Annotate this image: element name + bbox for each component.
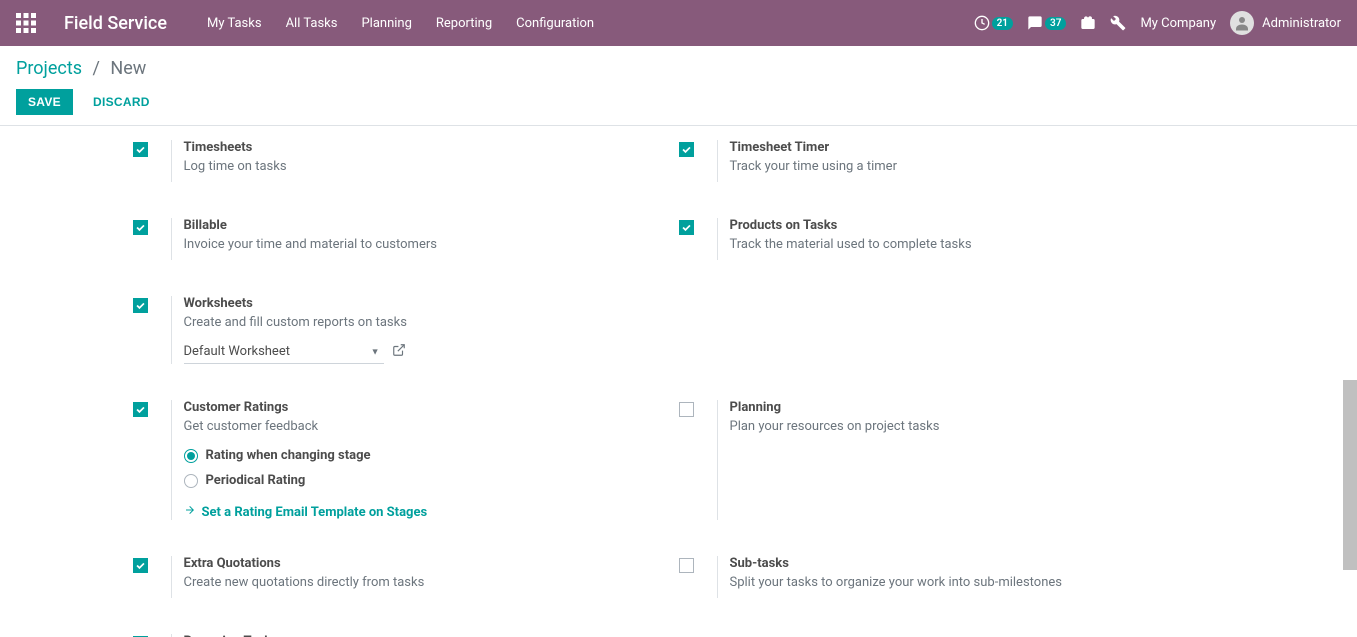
setting-title: Extra Quotations [184,556,679,571]
setting-ratings: Customer Ratings Get customer feedback R… [133,386,679,542]
checkbox-timesheets[interactable] [133,142,148,157]
setting-desc: Log time on tasks [184,159,679,174]
setting-recurring: Recurring Tasks [133,620,679,637]
setting-billable: Billable Invoice your time and material … [133,204,679,282]
radio-label: Periodical Rating [206,473,306,488]
link-text: Set a Rating Email Template on Stages [202,505,428,520]
setting-title: Timesheets [184,140,679,155]
gift-icon[interactable] [1080,15,1096,31]
setting-timer: Timesheet Timer Track your time using a … [679,126,1225,204]
radio-icon [184,474,198,488]
messages-badge: 37 [1045,17,1066,30]
form-sheet: Timesheets Log time on tasks Timesheet T… [109,126,1249,637]
setting-timesheets: Timesheets Log time on tasks [133,126,679,204]
setting-subtasks: Sub-tasks Split your tasks to organize y… [679,542,1225,620]
nav-menu: My Tasks All Tasks Planning Reporting Co… [207,16,594,31]
setting-desc: Invoice your time and material to custom… [184,237,679,252]
setting-desc: Split your tasks to organize your work i… [730,575,1225,590]
setting-desc: Track your time using a timer [730,159,1225,174]
action-buttons: SAVE DISCARD [16,89,1341,115]
radio-icon [184,449,198,463]
discard-button[interactable]: DISCARD [81,89,162,115]
breadcrumb-parent[interactable]: Projects [16,58,82,79]
rating-template-link[interactable]: Set a Rating Email Template on Stages [184,504,679,520]
checkbox-ratings[interactable] [133,402,148,417]
activity-badge: 21 [992,17,1013,30]
setting-worksheets: Worksheets Create and fill custom report… [133,282,679,386]
arrow-right-icon [184,504,196,520]
breadcrumb-current: New [110,58,146,79]
activity-icon[interactable]: 21 [974,15,1013,31]
radio-label: Rating when changing stage [206,448,371,463]
setting-title: Worksheets [184,296,679,311]
navbar-right: 21 37 My Company Administrator [974,11,1341,35]
setting-desc: Get customer feedback [184,419,679,434]
setting-title: Customer Ratings [184,400,679,415]
scrollbar[interactable] [1343,380,1357,570]
user-menu[interactable]: Administrator [1230,11,1341,35]
tools-icon[interactable] [1110,15,1126,31]
apps-icon[interactable] [16,13,36,33]
user-name: Administrator [1262,16,1341,31]
radio-rating-periodical[interactable]: Periodical Rating [184,473,679,488]
setting-extra-quotations: Extra Quotations Create new quotations d… [133,542,679,620]
setting-desc: Create new quotations directly from task… [184,575,679,590]
setting-title: Planning [730,400,1225,415]
nav-all-tasks[interactable]: All Tasks [286,16,338,31]
checkbox-planning[interactable] [679,402,694,417]
nav-configuration[interactable]: Configuration [516,16,594,31]
breadcrumb: Projects / New [16,58,1341,79]
checkbox-worksheets[interactable] [133,298,148,313]
external-link-icon[interactable] [392,343,406,361]
setting-desc: Plan your resources on project tasks [730,419,1225,434]
setting-desc: Track the material used to complete task… [730,237,1225,252]
checkbox-extra-quotations[interactable] [133,558,148,573]
radio-rating-stage[interactable]: Rating when changing stage [184,448,679,463]
checkbox-billable[interactable] [133,220,148,235]
nav-my-tasks[interactable]: My Tasks [207,16,262,31]
checkbox-products[interactable] [679,220,694,235]
navbar: Field Service My Tasks All Tasks Plannin… [0,0,1357,46]
setting-title: Products on Tasks [730,218,1225,233]
form-view[interactable]: Timesheets Log time on tasks Timesheet T… [0,126,1357,637]
setting-desc: Create and fill custom reports on tasks [184,315,679,330]
messages-icon[interactable]: 37 [1027,15,1066,31]
breadcrumb-sep: / [92,58,99,79]
control-panel: Projects / New SAVE DISCARD [0,46,1357,126]
avatar-icon [1230,11,1254,35]
setting-title: Timesheet Timer [730,140,1225,155]
checkbox-subtasks[interactable] [679,558,694,573]
nav-reporting[interactable]: Reporting [436,16,492,31]
company-selector[interactable]: My Company [1140,16,1216,31]
save-button[interactable]: SAVE [16,89,73,115]
setting-empty [679,282,1225,386]
worksheet-template-select[interactable]: Default Worksheet [184,340,384,364]
setting-planning: Planning Plan your resources on project … [679,386,1225,542]
checkbox-timer[interactable] [679,142,694,157]
setting-title: Billable [184,218,679,233]
app-brand[interactable]: Field Service [64,13,167,34]
setting-title: Sub-tasks [730,556,1225,571]
nav-planning[interactable]: Planning [361,16,411,31]
setting-products: Products on Tasks Track the material use… [679,204,1225,282]
